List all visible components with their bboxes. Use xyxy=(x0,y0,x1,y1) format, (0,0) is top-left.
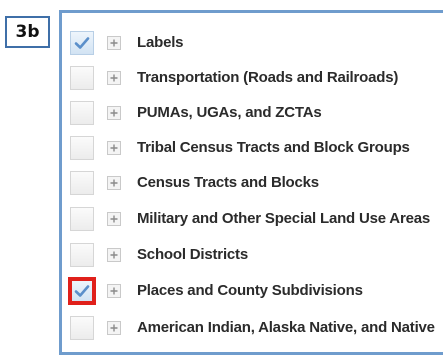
checkmark-icon xyxy=(74,283,90,299)
expand-plus-icon[interactable] xyxy=(107,321,121,335)
layer-label: Labels xyxy=(137,34,184,51)
expand-plus-icon[interactable] xyxy=(107,141,121,155)
layer-row-pumas: PUMAs, UGAs, and ZCTAs xyxy=(62,95,443,131)
layer-row-school-districts: School Districts xyxy=(62,237,443,273)
layer-list-panel: Labels Transportation (Roads and Railroa… xyxy=(59,10,443,355)
layer-label: Transportation (Roads and Railroads) xyxy=(137,69,399,86)
checkmark-icon xyxy=(74,35,90,51)
layer-checkbox[interactable] xyxy=(70,207,94,231)
layer-row-military: Military and Other Special Land Use Area… xyxy=(62,201,443,237)
layer-row-census-tracts: Census Tracts and Blocks xyxy=(62,165,443,201)
layer-label: School Districts xyxy=(137,246,248,263)
expand-plus-icon[interactable] xyxy=(107,212,121,226)
expand-plus-icon[interactable] xyxy=(107,176,121,190)
expand-plus-icon[interactable] xyxy=(107,284,121,298)
expand-plus-icon[interactable] xyxy=(107,106,121,120)
layer-checkbox[interactable] xyxy=(70,31,94,55)
layer-row-tribal-tracts: Tribal Census Tracts and Block Groups xyxy=(62,130,443,166)
layer-row-labels: Labels xyxy=(62,25,443,61)
expand-plus-icon[interactable] xyxy=(107,71,121,85)
layer-label: PUMAs, UGAs, and ZCTAs xyxy=(137,104,322,121)
layer-row-places: Places and County Subdivisions xyxy=(62,273,443,309)
layer-checkbox[interactable] xyxy=(70,136,94,160)
layer-label: Tribal Census Tracts and Block Groups xyxy=(137,139,410,156)
layer-label: Military and Other Special Land Use Area… xyxy=(137,210,431,227)
layer-checkbox[interactable] xyxy=(70,243,94,267)
layer-label: Places and County Subdivisions xyxy=(137,282,363,299)
layer-checkbox[interactable] xyxy=(68,277,96,305)
layer-label: Census Tracts and Blocks xyxy=(137,174,319,191)
expand-plus-icon[interactable] xyxy=(107,248,121,262)
expand-plus-icon[interactable] xyxy=(107,36,121,50)
step-badge: 3b xyxy=(5,16,50,48)
layer-row-transportation: Transportation (Roads and Railroads) xyxy=(62,60,443,96)
layer-checkbox[interactable] xyxy=(70,171,94,195)
layer-checkbox[interactable] xyxy=(70,101,94,125)
layer-checkbox[interactable] xyxy=(70,316,94,340)
layer-checkbox[interactable] xyxy=(70,66,94,90)
